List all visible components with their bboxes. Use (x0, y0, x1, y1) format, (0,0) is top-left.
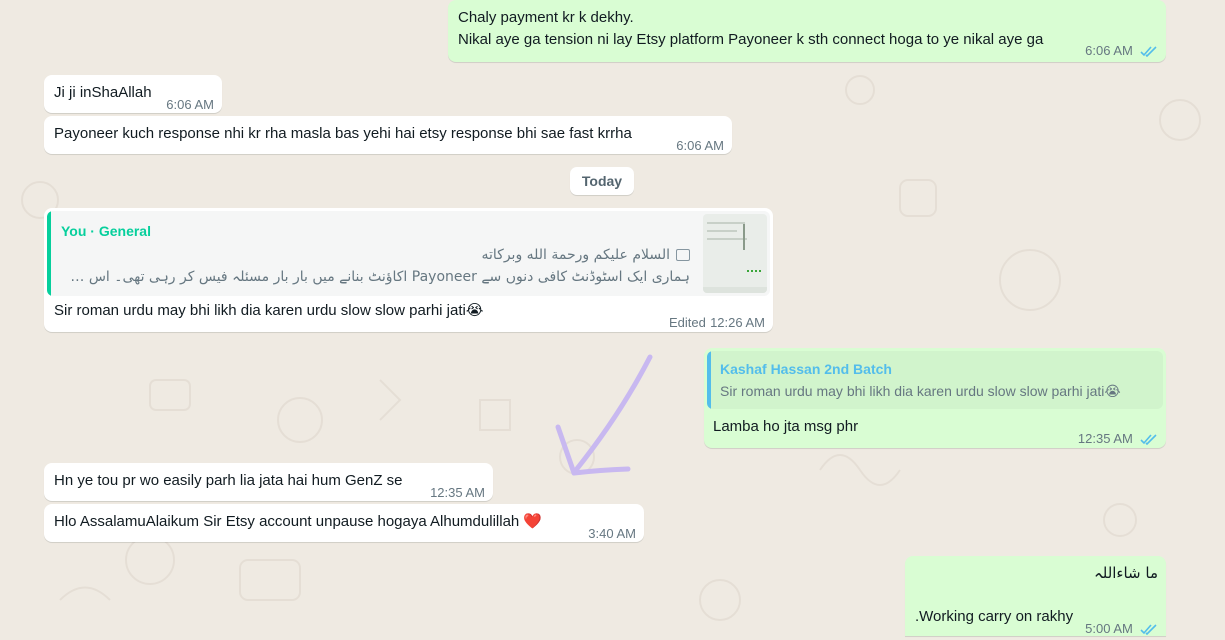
message-incoming[interactable]: Hlo AssalamuAlaikum Sir Etsy account unp… (44, 504, 644, 542)
message-meta: 5:00 AM (1085, 618, 1158, 640)
message-text: Payoneer kuch response nhi kr rha masla … (54, 125, 632, 142)
quote-text: Sir roman urdu may bhi likh dia karen ur… (720, 383, 1121, 399)
message-outgoing[interactable]: ما شاءاللہ Working carry on rakhy. 5:00 … (905, 556, 1166, 636)
message-incoming[interactable]: Hn ye tou pr wo easily parh lia jata hai… (44, 463, 493, 501)
quote-text: السلام علیکم ورحمة الله وبرکاته ہماری ای… (70, 244, 690, 288)
message-text: Hlo AssalamuAlaikum Sir Etsy account unp… (54, 513, 543, 530)
quote-accent-bar (707, 351, 711, 409)
message-incoming[interactable]: Payoneer kuch response nhi kr rha masla … (44, 116, 732, 154)
message-outgoing[interactable]: Chaly payment kr k dekhy. Nikal aye ga t… (448, 0, 1166, 62)
message-outgoing-reply[interactable]: Kashaf Hassan 2nd Batch Sir roman urdu m… (704, 348, 1166, 448)
double-check-icon (1140, 433, 1157, 445)
message-meta: 12:35 AM (1078, 428, 1158, 450)
quote-line: ہماری ایک اسٹوڈنٹ کافی دنوں سے Payoneer … (70, 269, 690, 285)
quote-author: You · General (61, 223, 151, 239)
message-meta: 6:06 AM (1085, 40, 1158, 62)
message-time: 12:26 AM (710, 315, 765, 330)
message-text: Working carry on rakhy. (915, 608, 1074, 625)
quoted-message[interactable]: Kashaf Hassan 2nd Batch Sir roman urdu m… (707, 351, 1163, 409)
quote-thumbnail (703, 214, 767, 293)
message-text: ما شاءاللہ (1093, 564, 1158, 582)
message-text: Nikal aye ga tension ni lay Etsy platfor… (458, 31, 1044, 48)
quote-line: السلام علیکم ورحمة الله وبرکاته (481, 247, 670, 263)
edited-label: Edited (669, 315, 706, 330)
message-text: Hn ye tou pr wo easily parh lia jata hai… (54, 472, 403, 489)
message-text: Ji ji inShaAllah (54, 84, 152, 101)
message-time: 6:06 AM (1085, 43, 1133, 58)
double-check-icon (1140, 45, 1157, 57)
message-incoming-reply[interactable]: You · General السلام علیکم ورحمة الله وب… (44, 208, 773, 332)
message-time: 12:35 AM (430, 485, 485, 500)
message-time: 3:40 AM (588, 526, 636, 541)
message-time: 12:35 AM (1077, 431, 1133, 446)
message-incoming[interactable]: Ji ji inShaAllah 6:06 AM (44, 75, 222, 113)
message-text: Chaly payment kr k dekhy. (458, 9, 634, 26)
quote-accent-bar (47, 211, 51, 296)
quoted-message[interactable]: You · General السلام علیکم ورحمة الله وب… (47, 211, 770, 296)
message-time: 6:06 AM (166, 97, 214, 112)
message-text: Lamba ho jta msg phr (713, 418, 859, 435)
message-time: 5:00 AM (1085, 621, 1133, 636)
date-separator: Today (570, 167, 634, 195)
quote-author: Kashaf Hassan 2nd Batch (720, 361, 892, 377)
double-check-icon (1140, 623, 1157, 635)
image-icon (676, 249, 690, 261)
annotation-arrow (555, 354, 653, 476)
message-time: 6:06 AM (676, 138, 724, 153)
message-text: Sir roman urdu may bhi likh dia karen ur… (54, 302, 484, 319)
message-meta: Edited 12:26 AM (669, 312, 765, 334)
